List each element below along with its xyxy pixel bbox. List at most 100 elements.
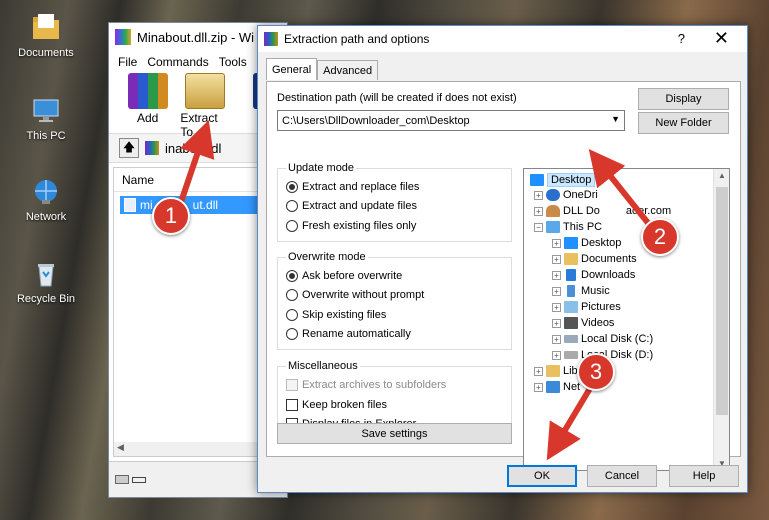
collapse-icon[interactable]: −: [534, 222, 543, 232]
tree-node-label: Local Disk (C:): [581, 333, 654, 345]
winrar-title: Minabout.dll.zip - Wi: [137, 29, 255, 45]
tree-node-onedrive[interactable]: + OneDri: [534, 189, 598, 201]
expand-icon[interactable]: +: [534, 206, 543, 216]
radio-ask-before-overwrite[interactable]: Ask before overwrite: [286, 270, 402, 282]
drive-windows-icon: [564, 335, 578, 343]
destination-path-combo[interactable]: C:\Users\DllDownloader_com\Desktop ▼: [277, 110, 625, 131]
desktop-icon-label: Network: [25, 211, 67, 223]
cancel-button[interactable]: Cancel: [587, 465, 657, 487]
extract-to-button[interactable]: Extract To: [180, 73, 229, 139]
tree-node-this-pc[interactable]: − This PC: [534, 221, 602, 233]
radio-button[interactable]: [286, 200, 298, 212]
scroll-thumb[interactable]: [716, 187, 728, 415]
scroll-up-icon[interactable]: ▲: [714, 171, 729, 180]
menu-file[interactable]: File: [118, 55, 137, 69]
overwrite-mode-group: Overwrite mode Ask before overwrite Over…: [277, 251, 512, 350]
chevron-down-icon[interactable]: ▼: [611, 114, 620, 124]
tree-node-label: Videos: [581, 317, 615, 329]
tab-advanced[interactable]: Advanced: [317, 60, 379, 80]
expand-icon[interactable]: +: [552, 238, 561, 248]
close-icon[interactable]: ✕: [714, 28, 729, 49]
step-badge-1: 1: [152, 197, 190, 235]
address-path[interactable]: inabout.dl: [165, 141, 221, 156]
desktop-icon-network[interactable]: Network: [8, 176, 84, 223]
menu-commands[interactable]: Commands: [147, 55, 208, 69]
tree-node-label: DLL Do: [563, 205, 600, 217]
tree-node-label: Downloads: [581, 269, 636, 281]
expand-icon[interactable]: +: [534, 382, 543, 392]
tree-node-network[interactable]: + Net: [534, 381, 580, 393]
libraries-icon: [546, 365, 560, 377]
step-badge-3: 3: [577, 353, 615, 391]
expand-icon[interactable]: +: [534, 190, 543, 200]
dialog-tabs: General Advanced: [266, 58, 379, 80]
desktop-icon-recycle-bin[interactable]: Recycle Bin: [8, 258, 84, 305]
new-folder-button[interactable]: New Folder: [638, 112, 729, 134]
expand-icon[interactable]: +: [552, 334, 561, 344]
network-icon: [546, 381, 560, 393]
help-button[interactable]: Help: [669, 465, 739, 487]
folder-tree[interactable]: Desktop + OneDri + DLL Do ader.com − Thi…: [523, 168, 730, 471]
drive-icon: [115, 475, 129, 484]
dialog-app-icon: [264, 32, 278, 46]
radio-overwrite-without-prompt[interactable]: Overwrite without prompt: [286, 289, 424, 301]
checkbox-keep-broken-files[interactable]: Keep broken files: [286, 399, 387, 411]
radio-button[interactable]: [286, 328, 298, 340]
tree-node-label: OneDri: [563, 189, 598, 201]
expand-icon[interactable]: +: [534, 366, 543, 376]
expand-icon[interactable]: +: [552, 286, 561, 296]
add-archive-icon: [127, 73, 168, 109]
add-button[interactable]: Add: [123, 73, 172, 125]
desktop-icon-label: Documents: [18, 47, 74, 59]
general-panel: Destination path (will be created if doe…: [266, 81, 741, 471]
tree-node-user[interactable]: + DLL Do ader.com: [534, 205, 671, 217]
expand-icon[interactable]: +: [552, 318, 561, 328]
desktop-icon-this-pc[interactable]: This PC: [8, 95, 84, 142]
menu-tools[interactable]: Tools: [219, 55, 247, 69]
radio-button[interactable]: [286, 181, 298, 193]
tree-node-desktop[interactable]: Desktop: [530, 173, 596, 187]
radio-extract-replace[interactable]: Extract and replace files: [286, 181, 419, 193]
radio-skip-existing[interactable]: Skip existing files: [286, 309, 386, 321]
checkbox[interactable]: [286, 399, 298, 411]
key-icon: [132, 476, 146, 483]
tree-node-videos[interactable]: + Videos: [552, 317, 614, 329]
up-folder-button[interactable]: 🡅: [119, 138, 139, 158]
tree-node-pc-desktop[interactable]: + Desktop: [552, 237, 621, 249]
tree-node-music[interactable]: + Music: [552, 285, 610, 297]
ok-button[interactable]: OK: [507, 465, 577, 487]
expand-icon[interactable]: +: [552, 254, 561, 264]
download-icon: [566, 269, 576, 281]
tree-node-documents[interactable]: + Documents: [552, 253, 637, 265]
tree-node-local-disk-c[interactable]: + Local Disk (C:): [552, 333, 653, 345]
dll-file-icon: [124, 198, 136, 212]
tab-general[interactable]: General: [266, 58, 318, 80]
tree-node-pictures[interactable]: + Pictures: [552, 301, 621, 313]
folder-icon: [33, 14, 59, 39]
expand-icon[interactable]: +: [552, 350, 561, 360]
winrar-app-icon: [115, 29, 131, 45]
radio-rename-automatically[interactable]: Rename automatically: [286, 328, 411, 340]
radio-button[interactable]: [286, 289, 298, 301]
file-name-tail: ut.dll: [192, 198, 219, 212]
radio-button[interactable]: [286, 220, 298, 232]
extract-to-icon: [184, 73, 225, 109]
tree-node-downloads[interactable]: + Downloads: [552, 269, 635, 281]
miscellaneous-title: Miscellaneous: [286, 360, 360, 372]
radio-button[interactable]: [286, 270, 298, 282]
expand-icon[interactable]: +: [552, 302, 561, 312]
computer-icon: [33, 99, 59, 122]
pictures-icon: [564, 301, 578, 313]
tree-scrollbar[interactable]: ▲ ▼: [713, 169, 729, 470]
display-button[interactable]: Display: [638, 88, 729, 110]
archive-icon: [145, 141, 159, 155]
save-settings-button[interactable]: Save settings: [277, 423, 512, 444]
radio-fresh-existing[interactable]: Fresh existing files only: [286, 220, 416, 232]
desktop-icon-documents[interactable]: Documents: [8, 12, 84, 59]
expand-icon[interactable]: +: [552, 270, 561, 280]
recycle-bin-icon: [38, 264, 54, 287]
dialog-title: Extraction path and options: [284, 32, 430, 46]
help-title-button[interactable]: ?: [678, 31, 685, 46]
radio-button[interactable]: [286, 309, 298, 321]
radio-extract-update[interactable]: Extract and update files: [286, 200, 417, 212]
